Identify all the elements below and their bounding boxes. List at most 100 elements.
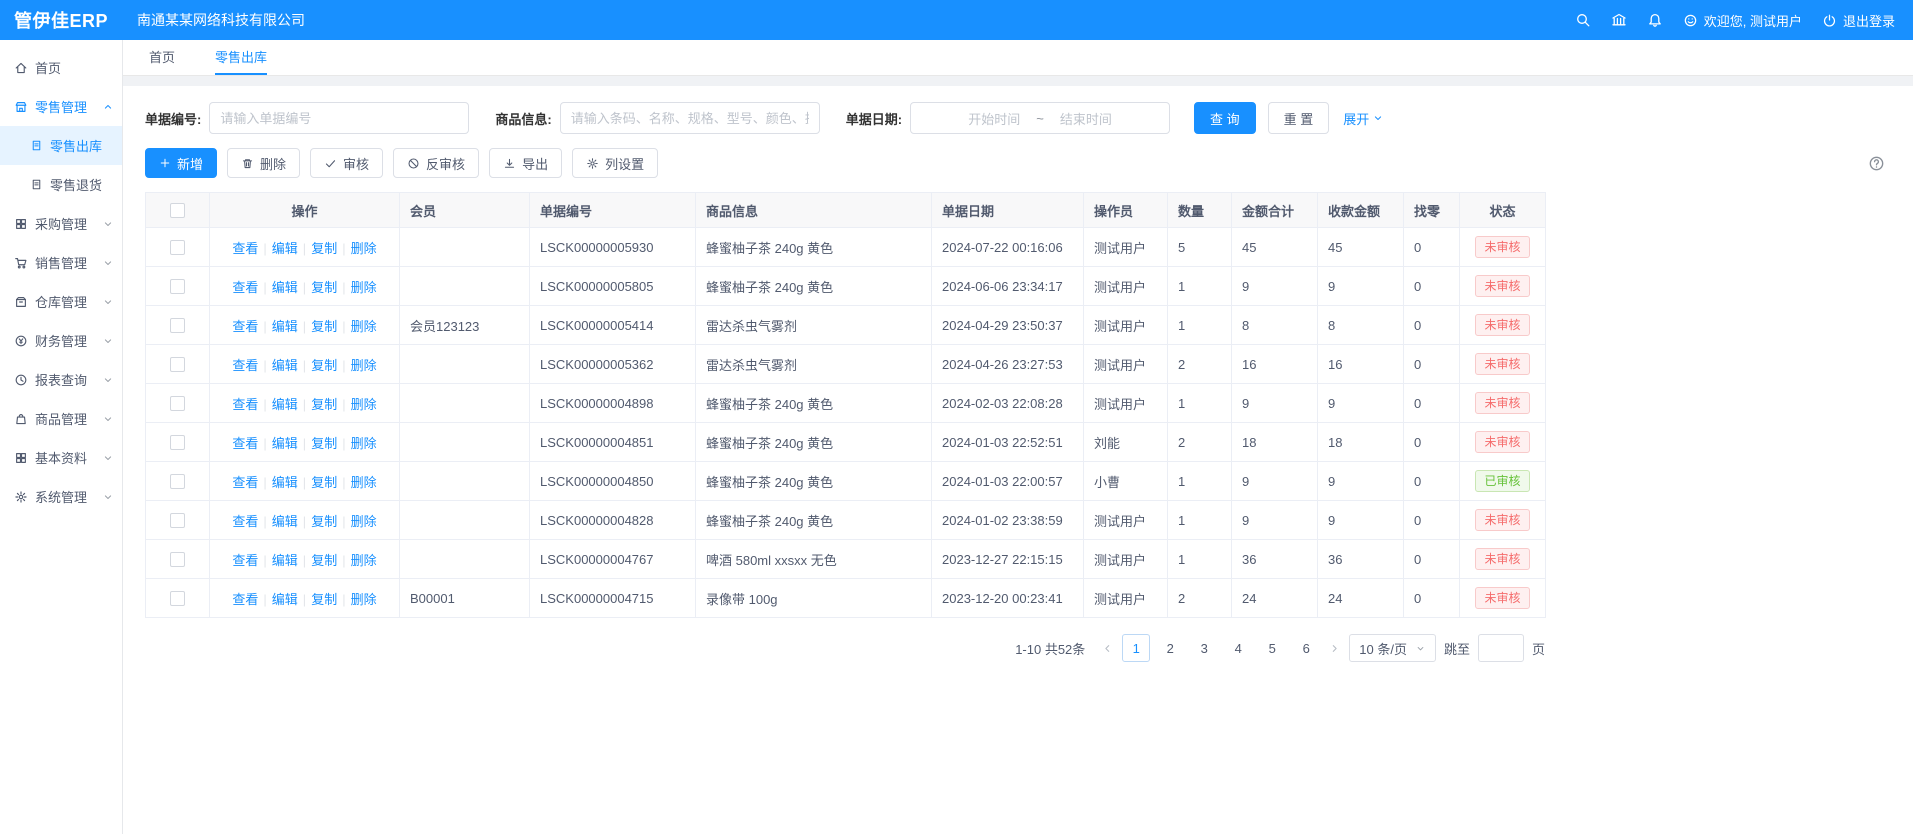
search-button[interactable]: 查 询 [1194,102,1256,134]
edit-link[interactable]: 编辑 [272,280,298,295]
product-info-input[interactable] [560,102,820,134]
tab-home[interactable]: 首页 [149,40,175,75]
row-checkbox[interactable] [170,513,185,528]
copy-link[interactable]: 复制 [311,397,337,412]
copy-link[interactable]: 复制 [311,319,337,334]
delete-link[interactable]: 删除 [351,280,377,295]
jump-page-input[interactable] [1478,634,1524,662]
select-all-checkbox[interactable] [170,203,185,218]
row-checkbox[interactable] [170,240,185,255]
copy-link[interactable]: 复制 [311,280,337,295]
sidebar-item-report-query[interactable]: 报表查询 [0,360,122,399]
sidebar-item-home[interactable]: 首页 [0,48,122,87]
sidebar-item-purchase-management[interactable]: 采购管理 [0,204,122,243]
delete-link[interactable]: 删除 [351,553,377,568]
view-link[interactable]: 查看 [232,553,258,568]
reset-button[interactable]: 重 置 [1268,102,1330,134]
row-checkbox[interactable] [170,435,185,450]
audit-button[interactable]: 审核 [310,148,383,178]
col-received: 收款金额 [1318,193,1404,228]
bill-no-input[interactable] [209,102,469,134]
view-link[interactable]: 查看 [232,475,258,490]
sidebar-item-retail-return[interactable]: 零售退货 [0,165,122,204]
page-button-3[interactable]: 3 [1190,634,1218,662]
chevron-up-icon [102,101,114,113]
page-button-1[interactable]: 1 [1122,634,1150,662]
copy-link[interactable]: 复制 [311,475,337,490]
view-link[interactable]: 查看 [232,241,258,256]
copy-link[interactable]: 复制 [311,592,337,607]
tab-retail-outbound[interactable]: 零售出库 [215,40,267,75]
sidebar-item-sales-management[interactable]: 销售管理 [0,243,122,282]
delete-link[interactable]: 删除 [351,475,377,490]
row-checkbox[interactable] [170,279,185,294]
amount-cell: 9 [1232,267,1318,306]
page-button-6[interactable]: 6 [1292,634,1320,662]
pagination-total: 1-10 共52条 [1015,639,1085,658]
view-link[interactable]: 查看 [232,397,258,412]
edit-link[interactable]: 编辑 [272,319,298,334]
delete-link[interactable]: 删除 [351,592,377,607]
delete-link[interactable]: 删除 [351,514,377,529]
page-button-4[interactable]: 4 [1224,634,1252,662]
sidebar-item-product-management[interactable]: 商品管理 [0,399,122,438]
sidebar-item-retail-management[interactable]: 零售管理 [0,87,122,126]
view-link[interactable]: 查看 [232,280,258,295]
sidebar-item-system-management[interactable]: 系统管理 [0,477,122,516]
unaudit-button[interactable]: 反审核 [393,148,479,178]
view-link[interactable]: 查看 [232,592,258,607]
row-checkbox[interactable] [170,396,185,411]
help-icon[interactable] [1868,155,1885,172]
edit-link[interactable]: 编辑 [272,397,298,412]
view-link[interactable]: 查看 [232,436,258,451]
expand-toggle[interactable]: 展开 [1343,109,1384,128]
delete-button[interactable]: 删除 [227,148,300,178]
sidebar-item-warehouse-management[interactable]: 仓库管理 [0,282,122,321]
copy-link[interactable]: 复制 [311,241,337,256]
export-button[interactable]: 导出 [489,148,562,178]
prev-page-button[interactable] [1101,642,1114,655]
edit-link[interactable]: 编辑 [272,592,298,607]
sidebar-item-retail-outbound[interactable]: 零售出库 [0,126,122,165]
row-checkbox[interactable] [170,552,185,567]
notification-bell-icon[interactable] [1647,12,1663,28]
sidebar-item-basic-data[interactable]: 基本资料 [0,438,122,477]
row-checkbox[interactable] [170,591,185,606]
edit-link[interactable]: 编辑 [272,475,298,490]
delete-link[interactable]: 删除 [351,319,377,334]
delete-link[interactable]: 删除 [351,397,377,412]
page-size-select[interactable]: 10 条/页 [1349,634,1436,662]
view-link[interactable]: 查看 [232,319,258,334]
operator-cell: 测试用户 [1084,228,1168,267]
status-badge: 未审核 [1475,548,1529,570]
search-icon[interactable] [1575,12,1591,28]
next-page-button[interactable] [1328,642,1341,655]
page-button-2[interactable]: 2 [1156,634,1184,662]
edit-link[interactable]: 编辑 [272,514,298,529]
row-checkbox[interactable] [170,318,185,333]
user-welcome[interactable]: 欢迎您, 测试用户 [1683,11,1802,30]
logout-button[interactable]: 退出登录 [1822,11,1895,30]
copy-link[interactable]: 复制 [311,436,337,451]
delete-link[interactable]: 删除 [351,358,377,373]
delete-link[interactable]: 删除 [351,436,377,451]
row-checkbox[interactable] [170,357,185,372]
delete-link[interactable]: 删除 [351,241,377,256]
gear-icon [14,490,28,504]
column-settings-button[interactable]: 列设置 [572,148,658,178]
view-link[interactable]: 查看 [232,514,258,529]
edit-link[interactable]: 编辑 [272,358,298,373]
date-range-picker[interactable]: 开始时间 ~ 结束时间 [910,102,1170,134]
copy-link[interactable]: 复制 [311,553,337,568]
copy-link[interactable]: 复制 [311,514,337,529]
organization-icon[interactable] [1611,12,1627,28]
row-checkbox[interactable] [170,474,185,489]
page-button-5[interactable]: 5 [1258,634,1286,662]
copy-link[interactable]: 复制 [311,358,337,373]
view-link[interactable]: 查看 [232,358,258,373]
edit-link[interactable]: 编辑 [272,241,298,256]
edit-link[interactable]: 编辑 [272,436,298,451]
edit-link[interactable]: 编辑 [272,553,298,568]
add-button[interactable]: 新增 [145,148,217,178]
sidebar-item-finance-management[interactable]: 财务管理 [0,321,122,360]
